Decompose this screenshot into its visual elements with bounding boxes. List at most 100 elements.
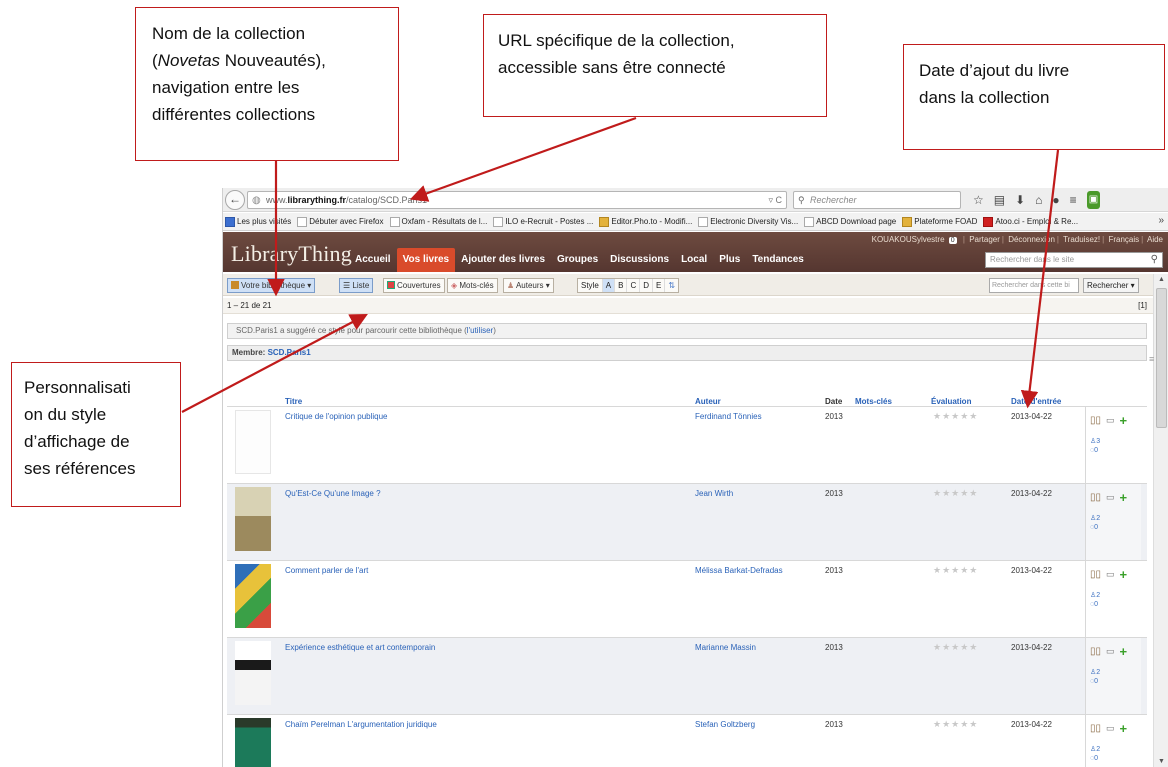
review-count[interactable]: 0 — [1094, 524, 1098, 531]
review-count[interactable]: 0 — [1094, 678, 1098, 685]
tab-groupes[interactable]: Groupes — [551, 248, 604, 272]
tab-vos-livres[interactable]: Vos livres — [396, 248, 456, 272]
book-title-link[interactable]: Chaïm Perelman L'argumentation juridique — [285, 720, 437, 729]
catalog-search-button[interactable]: Rechercher ▾ — [1083, 278, 1139, 293]
tab-accueil[interactable]: Accueil — [349, 248, 397, 272]
tab-tendances[interactable]: Tendances — [746, 248, 810, 272]
member-count[interactable]: 2 — [1096, 669, 1100, 676]
book-author-link[interactable]: Ferdinand Tönnies — [695, 412, 762, 421]
book-icon[interactable]: ▯▯ — [1090, 492, 1101, 503]
book-icon[interactable]: ▯▯ — [1090, 415, 1101, 426]
site-logo[interactable]: LibraryThing — [231, 241, 352, 267]
column-author[interactable]: Auteur — [695, 397, 721, 406]
style-option-b[interactable]: B — [614, 279, 626, 292]
star-icon[interactable]: ☆ — [973, 191, 984, 209]
style-option-c[interactable]: C — [626, 279, 639, 292]
logout-link[interactable]: Déconnexion — [1008, 235, 1055, 244]
style-option-a[interactable]: A — [601, 279, 615, 292]
book-author-link[interactable]: Jean Wirth — [695, 489, 733, 498]
review-count[interactable]: 0 — [1094, 601, 1098, 608]
plus-icon[interactable]: + — [1120, 414, 1128, 427]
tab-plus[interactable]: Plus — [713, 248, 746, 272]
view-list-button[interactable]: ☰ Liste — [339, 278, 374, 293]
reload-icon[interactable]: ▿ C — [768, 192, 782, 208]
column-date[interactable]: Date — [825, 397, 842, 406]
book-title-link[interactable]: Expérience esthétique et art contemporai… — [285, 643, 435, 652]
pagination-link[interactable]: [1] — [1138, 298, 1147, 314]
bookmark-item[interactable]: Atoo.ci - Emploi & Re... — [983, 216, 1078, 227]
review-count[interactable]: 0 — [1094, 755, 1098, 762]
rating-stars[interactable]: ★★★★★ — [933, 411, 978, 422]
bookmark-item[interactable]: ABCD Download page — [804, 216, 896, 227]
column-title[interactable]: Titre — [285, 397, 302, 406]
translate-link[interactable]: Traduisez! — [1063, 235, 1100, 244]
book-cover-image[interactable] — [235, 410, 271, 474]
book-icon[interactable]: ▯▯ — [1090, 723, 1101, 734]
rating-stars[interactable]: ★★★★★ — [933, 488, 978, 499]
bookmark-item[interactable]: Plateforme FOAD — [902, 216, 977, 227]
review-icon[interactable]: ▭ — [1106, 646, 1115, 657]
book-icon[interactable]: ▯▯ — [1090, 646, 1101, 657]
rating-stars[interactable]: ★★★★★ — [933, 565, 978, 576]
address-bar[interactable]: ◍ www.librarything.fr/catalog/SCD.Paris1… — [247, 191, 787, 209]
user-name[interactable]: KOUAKOUSylvestre — [872, 235, 945, 244]
tab-ajouter-des-livres[interactable]: Ajouter des livres — [455, 248, 551, 272]
column-tags[interactable]: Mots-clés — [855, 397, 892, 406]
member-count[interactable]: 2 — [1096, 515, 1100, 522]
browser-search-input[interactable]: ⚲ Rechercher — [793, 191, 961, 209]
rating-stars[interactable]: ★★★★★ — [933, 719, 978, 730]
review-icon[interactable]: ▭ — [1106, 723, 1115, 734]
member-count[interactable]: 3 — [1096, 438, 1100, 445]
book-author-link[interactable]: Stefan Goltzberg — [695, 720, 755, 729]
book-title-link[interactable]: Qu'Est-Ce Qu'une Image ? — [285, 489, 381, 498]
scroll-thumb[interactable] — [1156, 288, 1167, 428]
bookmark-item[interactable]: Les plus visités — [225, 216, 291, 227]
language-link[interactable]: Français — [1108, 235, 1139, 244]
tab-discussions[interactable]: Discussions — [604, 248, 675, 272]
column-entry-date[interactable]: Date d'entrée — [1011, 397, 1061, 406]
catalog-search-input[interactable]: Rechercher dans cette bi — [989, 278, 1079, 293]
review-icon[interactable]: ▭ — [1106, 492, 1115, 503]
member-count[interactable]: 2 — [1096, 592, 1100, 599]
book-cover-image[interactable] — [235, 487, 271, 551]
view-authors-button[interactable]: ♟ Auteurs ▾ — [503, 278, 554, 293]
chat-icon[interactable]: ● — [1052, 191, 1059, 209]
site-search-input[interactable]: Rechercher dans le site ⚲ — [985, 252, 1163, 268]
review-icon[interactable]: ▭ — [1106, 415, 1115, 426]
book-icon[interactable]: ▯▯ — [1090, 569, 1101, 580]
member-count[interactable]: 2 — [1096, 746, 1100, 753]
library-selector-button[interactable]: Votre bibliothèque ▾ — [227, 278, 316, 293]
help-link[interactable]: Aide — [1147, 235, 1163, 244]
member-name-link[interactable]: SCD.Paris1 — [268, 348, 311, 357]
review-count[interactable]: 0 — [1094, 447, 1098, 454]
column-rating[interactable]: Évaluation — [931, 397, 971, 406]
rating-stars[interactable]: ★★★★★ — [933, 642, 978, 653]
book-author-link[interactable]: Marianne Massin — [695, 643, 756, 652]
bookmark-item[interactable]: Electronic Diversity Vis... — [698, 216, 798, 227]
view-tags-button[interactable]: ◈ Mots-clés — [447, 278, 498, 293]
bookmark-item[interactable]: Oxfam - Résultats de l... — [389, 216, 487, 227]
plus-icon[interactable]: + — [1120, 568, 1128, 581]
book-author-link[interactable]: Mélissa Barkat-Defradas — [695, 566, 783, 575]
view-covers-button[interactable]: Couvertures — [383, 278, 445, 293]
book-title-link[interactable]: Critique de l'opinion publique — [285, 412, 388, 421]
download-icon[interactable]: ⬇ — [1015, 191, 1025, 209]
book-title-link[interactable]: Comment parler de l'art — [285, 566, 368, 575]
scroll-up-icon[interactable]: ▲ — [1158, 276, 1165, 283]
message-count-badge[interactable]: 0 — [948, 237, 957, 244]
home-icon[interactable]: ⌂ — [1035, 191, 1042, 209]
bookmark-item[interactable]: ILO e-Recruit - Postes ... — [493, 216, 593, 227]
style-option-e[interactable]: E — [652, 279, 664, 292]
bookmarks-overflow-icon[interactable]: » — [1158, 215, 1164, 226]
plus-icon[interactable]: + — [1120, 722, 1128, 735]
style-option-d[interactable]: D — [639, 279, 652, 292]
clipboard-icon[interactable]: ▤ — [994, 191, 1005, 209]
page-scrollbar[interactable]: ▲ ▼ — [1153, 274, 1168, 767]
book-cover-image[interactable] — [235, 718, 271, 767]
share-link[interactable]: Partager — [969, 235, 1000, 244]
bookmark-item[interactable]: Débuter avec Firefox — [297, 216, 384, 227]
back-arrow-icon[interactable]: ← — [225, 190, 245, 210]
addon-icon[interactable]: ▣ — [1086, 191, 1101, 209]
review-icon[interactable]: ▭ — [1106, 569, 1115, 580]
book-cover-image[interactable] — [235, 564, 271, 628]
